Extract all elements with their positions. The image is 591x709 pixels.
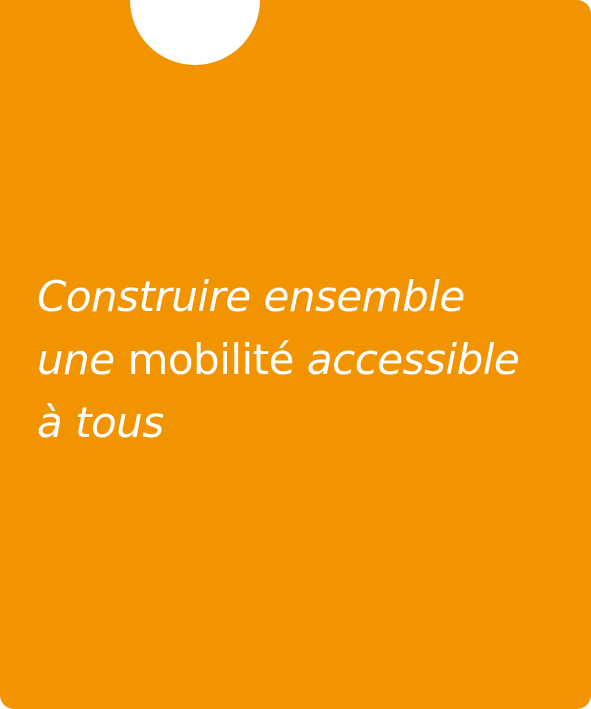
headline-word-une: une (37, 335, 115, 384)
headline-line-3: à tous (37, 398, 164, 447)
card: Construire ensemble une mobilité accessi… (0, 0, 591, 709)
headline-word-mobilite: mobilité (127, 335, 295, 384)
headline-word-accessible: accessible (306, 335, 520, 384)
headline-line-1: Construire ensemble (37, 272, 465, 321)
headline: Construire ensemble une mobilité accessi… (37, 265, 577, 454)
